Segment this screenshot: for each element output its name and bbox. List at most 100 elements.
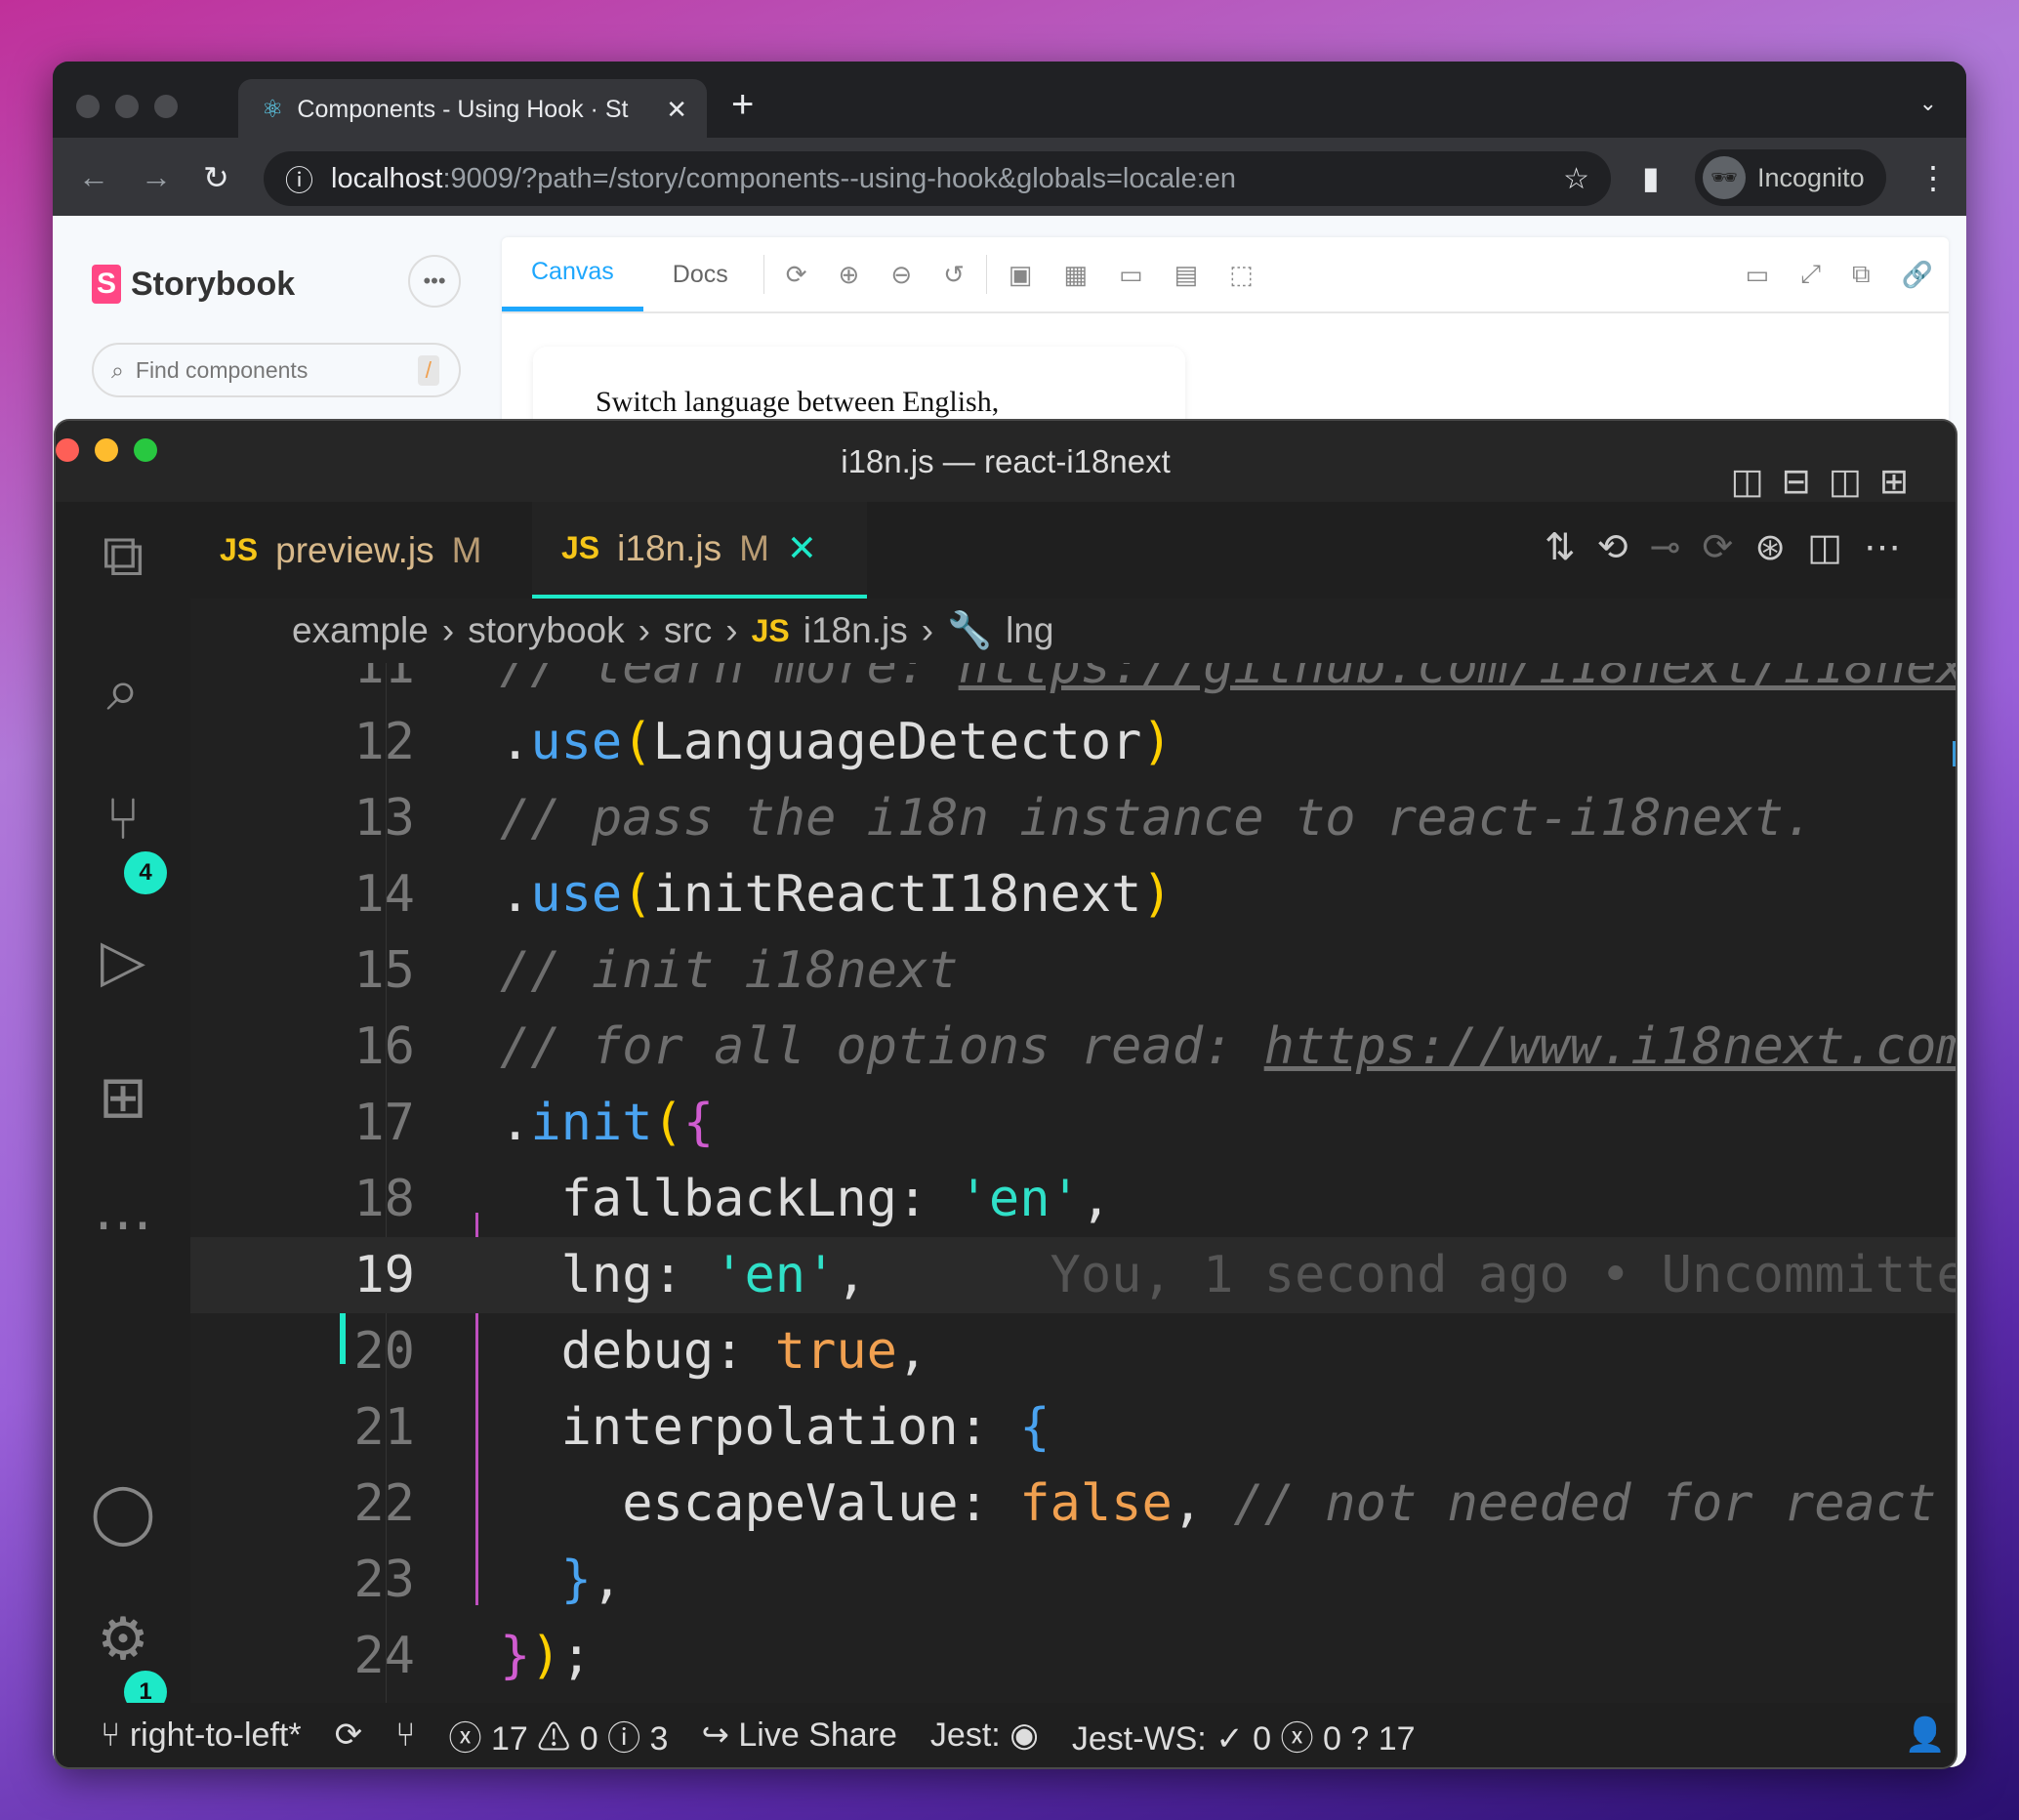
- open-new-tab-icon[interactable]: ⧉: [1852, 259, 1871, 290]
- code-line[interactable]: 18 fallbackLng: 'en',: [190, 1161, 1956, 1237]
- incognito-profile[interactable]: 🕶 Incognito: [1695, 149, 1886, 206]
- jest-item[interactable]: Jest: ◉: [930, 1716, 1039, 1755]
- git-commit-icon[interactable]: ⊸: [1650, 527, 1703, 568]
- grid-icon[interactable]: ▦: [1064, 260, 1089, 290]
- code-line[interactable]: 15 // init i18next: [190, 932, 1956, 1009]
- search-input[interactable]: ⌕ Find components /: [92, 343, 461, 397]
- url-path: :9009/?path=/story/components--using-hoo…: [442, 162, 1237, 194]
- chevron-right-icon: ›: [441, 610, 455, 650]
- remount-icon[interactable]: ⟳: [786, 260, 807, 290]
- tab-search-chevron-icon[interactable]: ⌄: [1919, 91, 1937, 116]
- copy-link-icon[interactable]: 🔗: [1902, 260, 1933, 290]
- info-icon[interactable]: ⓘ: [285, 158, 313, 199]
- measure-icon[interactable]: ▤: [1174, 260, 1199, 290]
- previous-change-icon[interactable]: ⟲: [1597, 527, 1650, 568]
- jest-ws-item[interactable]: Jest-WS: ✓ 0 ⓧ 0 ? 17: [1072, 1712, 1416, 1759]
- breadcrumb-item[interactable]: example: [292, 610, 429, 651]
- extensions-icon[interactable]: ⊞: [56, 1063, 190, 1132]
- tab-canvas[interactable]: Canvas: [502, 237, 643, 311]
- problems-item[interactable]: ⓧ 17 ⚠ 0 ⓘ 3: [449, 1712, 669, 1759]
- code-line[interactable]: 21 interpolation: {: [190, 1389, 1956, 1466]
- fullscreen-icon[interactable]: ⤢: [1800, 259, 1821, 290]
- address-bar[interactable]: ⓘ localhost:9009/?path=/story/components…: [264, 151, 1611, 206]
- tab-docs[interactable]: Docs: [643, 237, 758, 311]
- code-line[interactable]: 17 .init({: [190, 1085, 1956, 1161]
- minimize-window-button[interactable]: [95, 438, 118, 462]
- breadcrumb-item[interactable]: i18n.js: [803, 610, 908, 651]
- zoom-in-icon[interactable]: ⊕: [839, 260, 860, 290]
- gitlens-icon[interactable]: ⊛: [1754, 527, 1807, 568]
- split-editor-icon[interactable]: ◫: [1807, 527, 1864, 568]
- git-graph-icon[interactable]: ⑂: [395, 1717, 415, 1755]
- line-number: 12: [353, 713, 415, 771]
- code-editor[interactable]: 11 // learn more: https://github.com/i18n…: [190, 663, 1956, 1703]
- new-tab-button[interactable]: +: [731, 83, 754, 127]
- code-text: },: [500, 1542, 623, 1618]
- code-token: LanguageDetector: [652, 713, 1142, 771]
- code-line[interactable]: 14 .use(initReactI18next): [190, 856, 1956, 932]
- accounts-icon[interactable]: 👤: [1905, 1716, 1946, 1755]
- code-line[interactable]: 20 debug: true,: [190, 1313, 1956, 1389]
- incognito-icon: 🕶: [1703, 156, 1746, 199]
- reset-zoom-icon[interactable]: ↺: [943, 260, 965, 290]
- outline-icon[interactable]: ⬚: [1229, 260, 1254, 290]
- tab-label: preview.js: [275, 529, 434, 570]
- settings-gear-icon[interactable]: ⚙: [56, 1605, 190, 1674]
- more-menu-button[interactable]: •••: [408, 255, 461, 308]
- breadcrumb-item[interactable]: storybook: [468, 610, 624, 651]
- code-line[interactable]: 19 lng: 'en', You, 1 second ago • Uncomm…: [190, 1237, 1956, 1313]
- source-control-icon[interactable]: ⑂: [56, 785, 190, 852]
- code-line[interactable]: 13 // pass the i18n instance to react-i18…: [190, 780, 1956, 856]
- tab-preview-js[interactable]: JS preview.js M: [220, 502, 511, 599]
- unknown-icon: ?: [1350, 1719, 1370, 1758]
- code-line[interactable]: 23 },: [190, 1542, 1956, 1618]
- code-text: fallbackLng: 'en',: [500, 1161, 1112, 1237]
- browser-tab[interactable]: ⚛ Components - Using Hook · St ✕: [238, 79, 707, 140]
- code-line[interactable]: 11 // learn more: https://github.com/i18n…: [190, 663, 1956, 704]
- side-panel-icon[interactable]: ▮: [1642, 159, 1660, 196]
- breadcrumb-item[interactable]: src: [664, 610, 712, 651]
- live-share-item[interactable]: ↪ Live Share: [701, 1716, 896, 1755]
- code-token: ,: [1080, 1170, 1112, 1228]
- viewport-icon[interactable]: ▭: [1119, 260, 1143, 290]
- menu-icon[interactable]: ⋮: [1917, 159, 1949, 196]
- search-icon[interactable]: ⌕: [56, 656, 190, 724]
- code-line[interactable]: 16 // for all options read: https://www.i…: [190, 1009, 1956, 1085]
- maximize-window-button[interactable]: [134, 438, 157, 462]
- more-icon[interactable]: ⋯: [56, 1190, 190, 1259]
- code-token: ,: [897, 1322, 928, 1381]
- toggle-panel-icon[interactable]: ⊟: [1782, 461, 1829, 501]
- js-file-icon: JS: [220, 532, 259, 567]
- code-line[interactable]: 22 escapeValue: false, // not needed for…: [190, 1466, 1956, 1542]
- bookmark-star-icon[interactable]: ☆: [1563, 162, 1589, 196]
- explorer-icon[interactable]: ⧉: [56, 521, 190, 590]
- reload-icon[interactable]: ↻: [203, 159, 229, 196]
- toggle-sidebar-icon[interactable]: ◫: [1731, 461, 1782, 501]
- code-token: ,: [836, 1246, 867, 1304]
- more-actions-icon[interactable]: ⋯: [1864, 527, 1922, 568]
- branch-item[interactable]: ⑂ right-to-left*: [101, 1717, 302, 1755]
- close-tab-icon[interactable]: ✕: [666, 95, 687, 125]
- editor-tabs: JS preview.js M JS i18n.js M ✕ ⇅⟲⊸⟳⊛◫⋯: [190, 502, 1956, 599]
- code-line[interactable]: 12 .use(LanguageDetector): [190, 704, 1956, 780]
- background-icon[interactable]: ▣: [1009, 260, 1033, 290]
- customize-layout-icon[interactable]: ⊞: [1879, 461, 1926, 501]
- back-icon[interactable]: ←: [78, 159, 109, 195]
- account-icon[interactable]: ◯: [56, 1478, 190, 1547]
- sync-icon[interactable]: ⟳: [335, 1716, 363, 1755]
- close-window-button[interactable]: [56, 438, 79, 462]
- forward-icon[interactable]: →: [141, 159, 172, 195]
- breadcrumb-item[interactable]: lng: [1006, 610, 1053, 651]
- open-changes-icon[interactable]: ⇅: [1545, 527, 1597, 568]
- run-debug-icon[interactable]: ▷: [56, 927, 190, 995]
- code-line[interactable]: 24});: [190, 1618, 1956, 1694]
- tab-i18n-js[interactable]: JS i18n.js M ✕: [532, 502, 867, 599]
- code-text: escapeValue: false, // not needed for re…: [500, 1466, 1936, 1542]
- next-change-icon[interactable]: ⟳: [1702, 527, 1754, 568]
- check-icon: ✓: [1216, 1719, 1244, 1758]
- code-token: ;: [560, 1627, 592, 1685]
- addons-panel-icon[interactable]: ▭: [1746, 260, 1770, 290]
- toggle-secondary-sidebar-icon[interactable]: ◫: [1829, 461, 1879, 501]
- close-tab-icon[interactable]: ✕: [787, 527, 817, 569]
- zoom-out-icon[interactable]: ⊖: [890, 260, 912, 290]
